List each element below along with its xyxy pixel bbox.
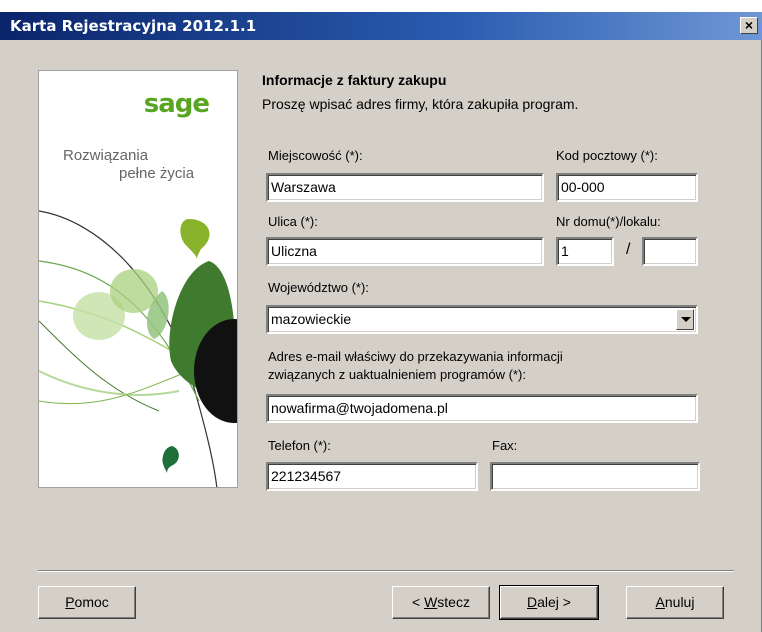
house-number-label: Nr domu(*)/lokalu: (556, 214, 661, 229)
city-label: Miejscowość (*): (268, 148, 363, 163)
form-heading: Informacje z faktury zakupu (262, 72, 447, 88)
cancel-accesskey: A (655, 594, 665, 610)
postal-code-label: Kod pocztowy (*): (556, 148, 658, 163)
email-input[interactable]: nowafirma@twojadomena.pl (266, 394, 698, 423)
postal-code-input[interactable]: 00-000 (556, 173, 698, 202)
form-subheading: Proszę wpisać adres firmy, która zakupił… (262, 96, 579, 112)
fax-input[interactable] (490, 462, 700, 491)
sage-logo: sage (143, 89, 210, 119)
decorative-art (39, 210, 237, 487)
email-label-line-1: Adres e-mail właściwy do przekazywania i… (268, 349, 563, 364)
top-strip (0, 0, 762, 12)
help-accesskey: P (65, 594, 75, 610)
flat-number-input[interactable] (642, 237, 698, 266)
slogan-line-2: pełne życia (119, 165, 195, 182)
next-button[interactable]: Dalej > (499, 585, 599, 620)
help-button[interactable]: Pomoc (38, 586, 136, 619)
city-input[interactable]: Warszawa (266, 173, 544, 202)
fax-label: Fax: (492, 438, 518, 453)
street-input[interactable]: Uliczna (266, 237, 544, 266)
next-label: alej > (537, 594, 571, 610)
back-accesskey: W (424, 594, 438, 610)
slogan-line-1: Rozwiązania (63, 147, 149, 164)
side-banner: sage Rozwiązania pełne życia (38, 70, 238, 488)
back-arrow: < (412, 594, 425, 610)
help-label: omoc (74, 594, 109, 610)
button-separator (38, 570, 734, 572)
next-accesskey: D (527, 594, 538, 610)
province-select[interactable]: mazowieckie (266, 305, 698, 334)
email-label-line-2: związanych z uaktualnieniem programów (*… (268, 367, 526, 382)
cancel-label: nuluj (664, 594, 695, 610)
cancel-button[interactable]: Anuluj (626, 586, 724, 619)
province-selected-value: mazowieckie (271, 311, 352, 327)
close-icon: × (744, 17, 754, 33)
registration-dialog: Karta Rejestracyjna 2012.1.1 × sage Rozw… (0, 0, 762, 632)
street-label: Ulica (*): (268, 214, 318, 229)
phone-input[interactable]: 221234567 (266, 462, 478, 491)
close-button[interactable]: × (740, 17, 758, 34)
back-label: stecz (437, 594, 470, 610)
window-title: Karta Rejestracyjna 2012.1.1 (10, 17, 257, 35)
title-bar[interactable]: Karta Rejestracyjna 2012.1.1 × (0, 12, 762, 40)
house-flat-separator: / (626, 241, 631, 258)
back-button[interactable]: < Wstecz (392, 586, 490, 619)
chevron-down-icon[interactable] (676, 309, 694, 330)
province-label: Województwo (*): (268, 280, 369, 295)
house-number-input[interactable]: 1 (556, 237, 614, 266)
phone-label: Telefon (*): (268, 438, 331, 453)
